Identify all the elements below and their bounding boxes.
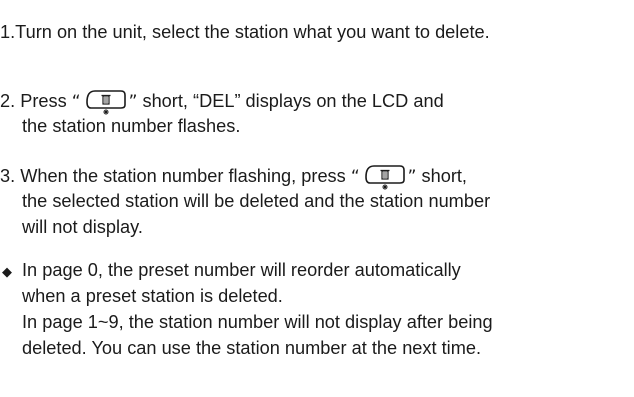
note-line-4-text: deleted. You can use the station number … bbox=[22, 338, 482, 358]
delete-button-icon bbox=[362, 164, 406, 190]
step-3-line-2-text: the selected station will be deleted and… bbox=[22, 191, 491, 211]
step-2-suffix: short, “DEL” displays on the LCD and bbox=[142, 91, 444, 111]
note-line-2-text: when a preset station is deleted. bbox=[22, 286, 283, 306]
step-2-line-1: 2. Press “ ” short, “DEL” displays on th… bbox=[0, 89, 444, 115]
note-line-4: deleted. You can use the station number … bbox=[22, 337, 481, 359]
step-2-line-2: the station number flashes. bbox=[22, 115, 240, 137]
step-2-prefix: 2. Press bbox=[0, 91, 67, 111]
step-3-line-1: 3. When the station number flashing, pre… bbox=[0, 164, 468, 190]
step-3-line-3-text: will not display. bbox=[22, 217, 143, 237]
step-2-line-2-text: the station number flashes. bbox=[22, 116, 241, 136]
step-1-text: 1.Turn on the unit, select the station w… bbox=[0, 22, 490, 42]
instruction-document: 1.Turn on the unit, select the station w… bbox=[0, 0, 634, 397]
step-3-suffix: short, bbox=[421, 166, 468, 186]
note-line-2: when a preset station is deleted. bbox=[22, 285, 283, 307]
step-1: 1.Turn on the unit, select the station w… bbox=[0, 21, 490, 43]
delete-button-icon bbox=[83, 89, 127, 115]
step-3-line-3: will not display. bbox=[22, 216, 143, 238]
open-quote: “ bbox=[350, 167, 360, 187]
note-line-3-text: In page 1~9, the station number will not… bbox=[22, 312, 493, 332]
note-line-3: In page 1~9, the station number will not… bbox=[22, 311, 493, 333]
close-quote: ” bbox=[128, 92, 138, 112]
step-3-prefix: 3. When the station number flashing, pre… bbox=[0, 166, 346, 186]
note-line-1: In page 0, the preset number will reorde… bbox=[22, 259, 461, 281]
step-3-line-2: the selected station will be deleted and… bbox=[22, 190, 490, 212]
open-quote: “ bbox=[71, 92, 81, 112]
note-line-1-text: In page 0, the preset number will reorde… bbox=[22, 260, 461, 280]
bullet-diamond-icon: ◆ bbox=[2, 264, 12, 279]
close-quote: ” bbox=[407, 167, 417, 187]
